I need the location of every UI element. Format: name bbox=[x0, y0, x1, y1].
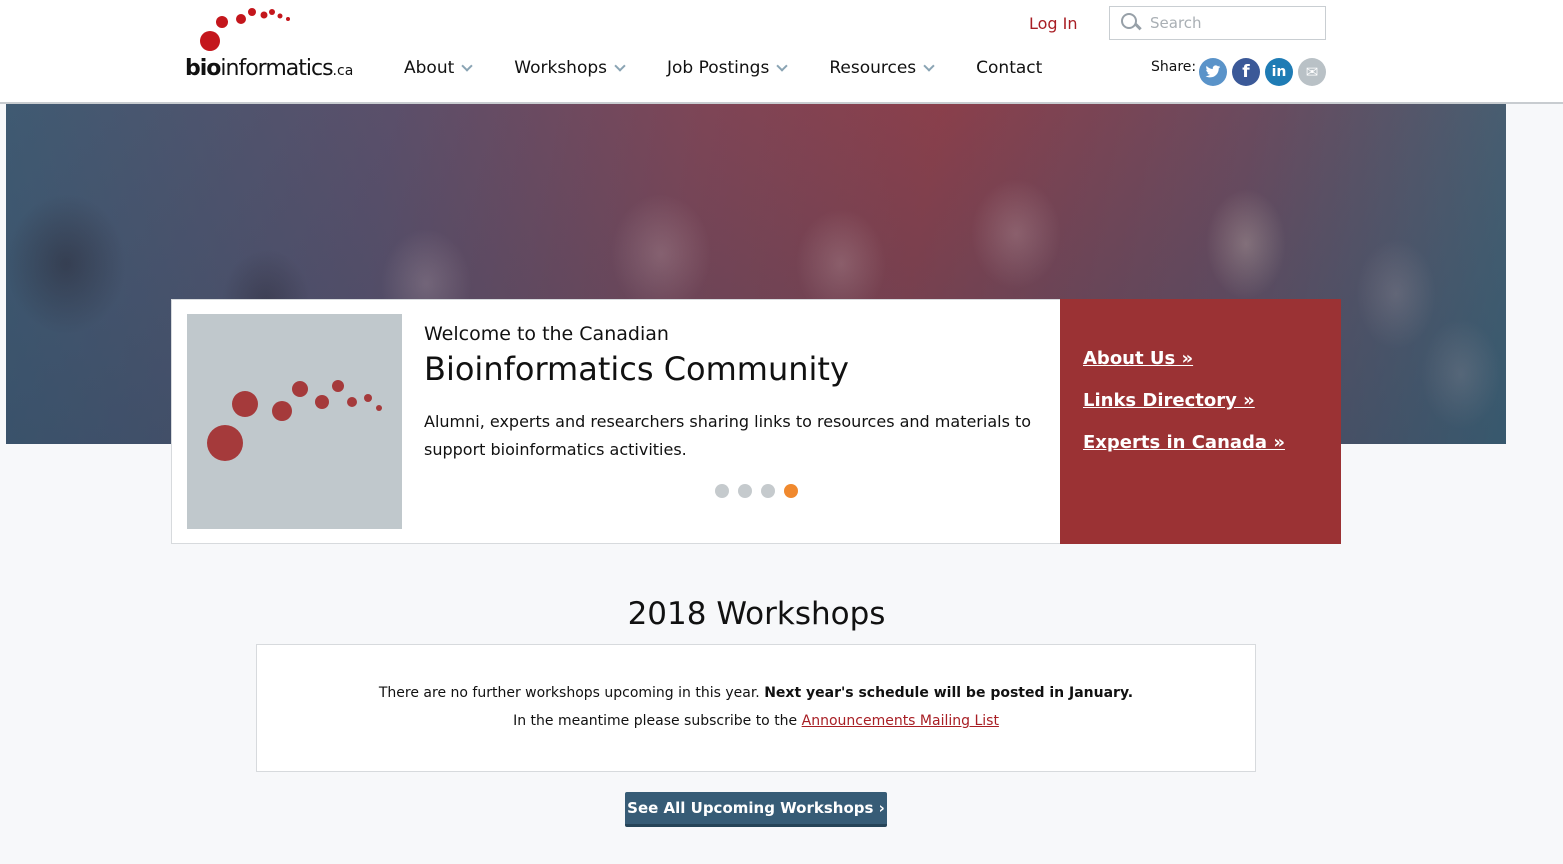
nav-item-job-postings[interactable]: Job Postings bbox=[667, 58, 788, 78]
about-us-link[interactable]: About Us » bbox=[1083, 348, 1193, 369]
nav-item-workshops[interactable]: Workshops bbox=[514, 58, 626, 78]
chevron-down-icon bbox=[461, 60, 473, 72]
site-header: bioinformatics.ca About Workshops Job Po… bbox=[0, 0, 1563, 104]
quick-links-panel: About Us » Links Directory » Experts in … bbox=[1060, 299, 1341, 544]
email-icon[interactable]: ✉ bbox=[1298, 58, 1326, 86]
nav-item-contact[interactable]: Contact bbox=[976, 58, 1042, 78]
notice-text: There are no further workshops upcoming … bbox=[378, 685, 765, 701]
nav-item-about[interactable]: About bbox=[404, 58, 473, 78]
logo-wordmark: bioinformatics.ca bbox=[185, 56, 354, 81]
carousel-dot-2[interactable] bbox=[738, 484, 752, 498]
logo-dots-icon bbox=[200, 8, 290, 51]
notice-bold-text: Next year's schedule will be posted in J… bbox=[764, 685, 1134, 701]
search-input[interactable] bbox=[1150, 14, 1310, 32]
chevron-down-icon bbox=[923, 60, 935, 72]
logo-dots-icon bbox=[207, 380, 382, 461]
workshops-notice: There are no further workshops upcoming … bbox=[256, 644, 1256, 772]
nav-label: Workshops bbox=[514, 58, 607, 78]
notice-line-1: There are no further workshops upcoming … bbox=[257, 685, 1255, 701]
carousel-dot-4[interactable] bbox=[784, 484, 798, 498]
carousel-dot-1[interactable] bbox=[715, 484, 729, 498]
notice-line-2: In the meantime please subscribe to the … bbox=[257, 713, 1255, 729]
experts-in-canada-link[interactable]: Experts in Canada » bbox=[1083, 432, 1285, 453]
mailing-list-link[interactable]: Announcements Mailing List bbox=[802, 713, 999, 729]
nav-item-resources[interactable]: Resources bbox=[829, 58, 935, 78]
notice-text: In the meantime please subscribe to the bbox=[513, 713, 802, 729]
main-nav: About Workshops Job Postings Resources C… bbox=[404, 58, 1042, 78]
nav-label: Contact bbox=[976, 58, 1043, 78]
welcome-card: Welcome to the Canadian Bioinformatics C… bbox=[171, 299, 1061, 544]
links-directory-link[interactable]: Links Directory » bbox=[1083, 390, 1255, 411]
workshops-heading: 2018 Workshops bbox=[627, 596, 886, 632]
facebook-icon[interactable]: f bbox=[1232, 58, 1260, 86]
chevron-down-icon bbox=[776, 60, 788, 72]
search-box bbox=[1109, 6, 1326, 40]
search-icon[interactable] bbox=[1120, 12, 1142, 34]
carousel-indicators bbox=[715, 484, 798, 498]
welcome-subtitle: Welcome to the Canadian bbox=[424, 323, 669, 345]
nav-label: Resources bbox=[829, 58, 917, 78]
linkedin-icon[interactable]: in bbox=[1265, 58, 1293, 86]
welcome-logo-image bbox=[187, 314, 402, 529]
carousel-dot-3[interactable] bbox=[761, 484, 775, 498]
site-logo[interactable]: bioinformatics.ca bbox=[185, 6, 355, 82]
share-label: Share: bbox=[1151, 59, 1197, 75]
welcome-title: Bioinformatics Community bbox=[424, 350, 849, 388]
nav-label: Job Postings bbox=[667, 58, 770, 78]
chevron-down-icon bbox=[614, 60, 626, 72]
login-link[interactable]: Log In bbox=[1029, 14, 1078, 33]
twitter-icon[interactable] bbox=[1199, 58, 1227, 86]
nav-label: About bbox=[404, 58, 455, 78]
see-all-workshops-button[interactable]: See All Upcoming Workshops › bbox=[625, 792, 887, 827]
welcome-description: Alumni, experts and researchers sharing … bbox=[424, 412, 1032, 459]
